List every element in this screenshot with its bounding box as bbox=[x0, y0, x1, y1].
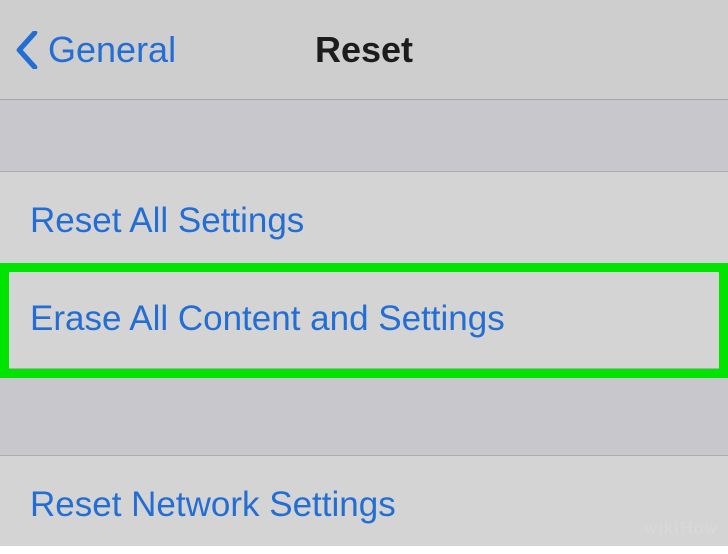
watermark: wikiHow bbox=[644, 518, 718, 540]
cell-reset-all-settings[interactable]: Reset All Settings bbox=[0, 172, 728, 270]
cell-label: Reset All Settings bbox=[30, 201, 304, 241]
back-button[interactable]: General bbox=[16, 29, 176, 71]
back-label: General bbox=[48, 29, 176, 71]
settings-screen: General Reset Reset All Settings Erase A… bbox=[0, 0, 728, 546]
cell-label: Erase All Content and Settings bbox=[30, 299, 505, 339]
navigation-bar: General Reset bbox=[0, 0, 728, 100]
cell-label: Reset Network Settings bbox=[30, 485, 396, 525]
page-title: Reset bbox=[315, 29, 413, 71]
chevron-left-icon bbox=[16, 31, 38, 69]
cell-reset-network-settings[interactable]: Reset Network Settings bbox=[0, 456, 728, 554]
group-spacer bbox=[0, 368, 728, 456]
cell-erase-all-content[interactable]: Erase All Content and Settings bbox=[0, 270, 728, 368]
group-spacer bbox=[0, 100, 728, 172]
